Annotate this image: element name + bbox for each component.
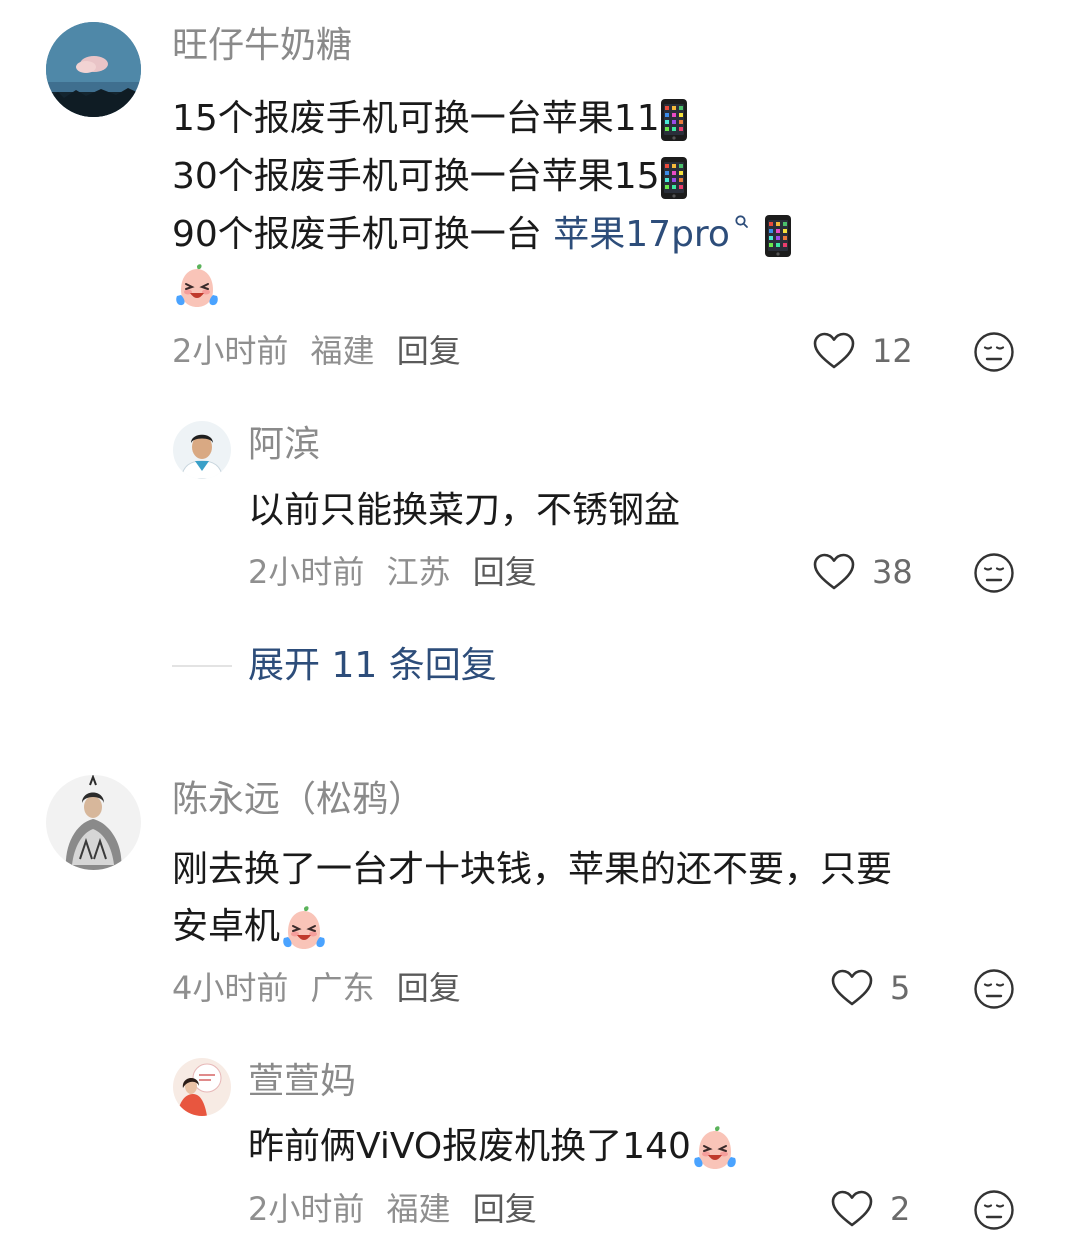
expand-divider [172, 665, 232, 667]
avatar[interactable] [173, 421, 231, 479]
dislike-face-icon [973, 1189, 1015, 1231]
comment-author[interactable]: 旺仔牛奶糖 [172, 28, 352, 64]
like-count: 2 [890, 1190, 911, 1228]
heart-icon [812, 552, 856, 592]
reply-text: 以前只能换菜刀，不锈钢盆 [248, 490, 681, 531]
like-count: 5 [890, 969, 911, 1007]
like-button[interactable]: 2 [830, 1189, 910, 1229]
mobile-phone-icon [660, 98, 688, 142]
mobile-phone-icon [660, 156, 688, 200]
location: 福建 [310, 332, 375, 370]
comment-text-line: 刚去换了一台才十块钱，苹果的还不要，只要 [172, 849, 893, 890]
dislike-face-icon [973, 331, 1015, 373]
reply-button[interactable]: 回复 [473, 1190, 537, 1228]
comment-author[interactable]: 陈永远（松鸦） [172, 782, 424, 818]
heart-icon [830, 1189, 874, 1229]
expand-replies-button[interactable]: 展开 11 条回复 [248, 648, 497, 684]
crying-laughing-emoji-icon [691, 1124, 739, 1172]
timestamp: 4小时前 [172, 969, 289, 1007]
comment-meta: 4小时前 广东 回复 [172, 972, 461, 1004]
dislike-button[interactable] [973, 552, 1015, 594]
heart-icon [812, 331, 856, 371]
heart-icon [830, 968, 874, 1008]
comment-text-line: 15个报废手机可换一台苹果11 [172, 98, 688, 142]
avatar[interactable] [46, 22, 141, 117]
mobile-phone-icon [764, 214, 792, 258]
crying-laughing-emoji-icon [173, 262, 221, 310]
crying-laughing-emoji-icon [280, 904, 328, 952]
location: 江苏 [386, 553, 451, 591]
dislike-button[interactable] [973, 968, 1015, 1010]
like-count: 12 [872, 332, 913, 370]
comment-meta: 2小时前 福建 回复 [172, 335, 461, 367]
comment-text-line: 30个报废手机可换一台苹果15 [172, 156, 688, 200]
like-button[interactable]: 12 [812, 331, 913, 371]
timestamp: 2小时前 [248, 553, 365, 591]
location: 广东 [310, 969, 375, 1007]
dislike-button[interactable] [973, 331, 1015, 373]
reply-text-line: 昨前俩ViVO报废机换了140 [248, 1124, 739, 1172]
reply-button[interactable]: 回复 [397, 969, 461, 1007]
reply-button[interactable]: 回复 [397, 332, 461, 370]
reply-author[interactable]: 阿滨 [248, 427, 320, 463]
reply-meta: 2小时前 江苏 回复 [248, 556, 537, 588]
search-icon[interactable] [734, 214, 750, 230]
reply-author[interactable]: 萱萱妈 [248, 1064, 356, 1100]
avatar[interactable] [173, 1058, 231, 1116]
reply-meta: 2小时前 福建 回复 [248, 1193, 537, 1225]
avatar[interactable] [46, 775, 141, 870]
dislike-face-icon [973, 968, 1015, 1010]
timestamp: 2小时前 [248, 1190, 365, 1228]
like-count: 38 [872, 553, 913, 591]
search-link[interactable]: 苹果17pro [553, 214, 730, 255]
dislike-button[interactable] [973, 1189, 1015, 1231]
comment-text-line: 安卓机 [172, 904, 328, 952]
timestamp: 2小时前 [172, 332, 289, 370]
like-button[interactable]: 38 [812, 552, 913, 592]
dislike-face-icon [973, 552, 1015, 594]
comment-text-line: 90个报废手机可换一台 苹果17pro [172, 214, 792, 258]
reply-button[interactable]: 回复 [473, 553, 537, 591]
like-button[interactable]: 5 [830, 968, 910, 1008]
location: 福建 [386, 1190, 451, 1228]
